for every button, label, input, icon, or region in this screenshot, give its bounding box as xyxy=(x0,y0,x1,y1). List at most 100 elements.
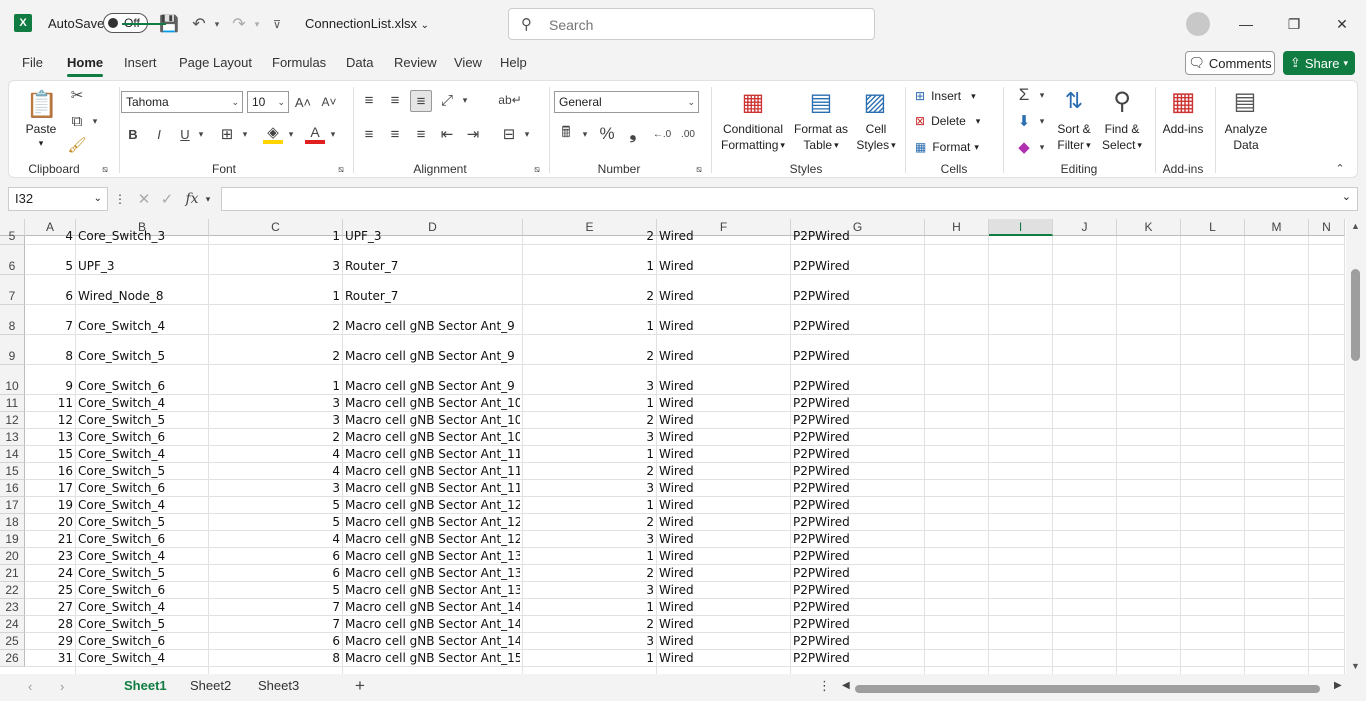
more-options-icon[interactable]: ⋮ xyxy=(114,190,126,208)
cell-e[interactable]: 3 xyxy=(525,583,654,598)
tab-formulas[interactable]: Formulas xyxy=(272,55,326,70)
find-select-icon[interactable]: ⚲ xyxy=(1105,85,1139,117)
autosum-icon[interactable]: Σ xyxy=(1013,85,1035,105)
orientation-icon[interactable]: ⤢ xyxy=(437,90,457,110)
cell-d[interactable]: Macro cell gNB Sector Ant_10 xyxy=(345,396,520,411)
cell-f[interactable]: Wired xyxy=(659,447,788,462)
paste-dropdown-icon[interactable]: ▾ xyxy=(35,137,47,149)
row-header[interactable]: 13 xyxy=(0,429,25,446)
cell-d[interactable]: Macro cell gNB Sector Ant_13 xyxy=(345,549,520,564)
cell-c[interactable]: 6 xyxy=(211,566,340,581)
dialog-launcher-icon[interactable]: ⧅ xyxy=(693,163,705,175)
cell-f[interactable]: Wired xyxy=(659,379,788,394)
clear-dropdown-icon[interactable]: ▾ xyxy=(1037,137,1047,157)
cell-g[interactable]: P2PWired xyxy=(793,396,922,411)
number-format-select[interactable]: General ⌄ xyxy=(554,91,699,113)
column-header-j[interactable]: J xyxy=(1053,219,1117,236)
cell-b[interactable]: Core_Switch_4 xyxy=(78,651,206,666)
cell-g[interactable]: P2PWired xyxy=(793,289,922,304)
cell-e[interactable]: 2 xyxy=(525,515,654,530)
cell-b[interactable]: Wired_Node_8 xyxy=(78,289,206,304)
fill-color-dropdown-icon[interactable]: ▾ xyxy=(285,124,297,144)
cell-g[interactable]: P2PWired xyxy=(793,447,922,462)
cell-a[interactable]: 12 xyxy=(27,413,73,428)
sheet-tab-2[interactable]: Sheet2 xyxy=(190,678,231,693)
cell-a[interactable]: 21 xyxy=(27,532,73,547)
tab-help[interactable]: Help xyxy=(500,55,527,70)
dialog-launcher-icon[interactable]: ⧅ xyxy=(531,163,543,175)
cell-c[interactable]: 7 xyxy=(211,600,340,615)
close-icon[interactable]: ✕ xyxy=(1330,12,1354,36)
column-header-l[interactable]: L xyxy=(1181,219,1245,236)
wrap-text-icon[interactable]: ab↵ xyxy=(498,90,521,110)
increase-font-size-icon[interactable]: A˄ xyxy=(293,92,313,112)
cell-g[interactable]: P2PWired xyxy=(793,229,922,244)
cell-c[interactable]: 2 xyxy=(211,430,340,445)
row-header[interactable]: 20 xyxy=(0,548,25,565)
cell-f[interactable]: Wired xyxy=(659,600,788,615)
cell-e[interactable]: 1 xyxy=(525,549,654,564)
collapse-ribbon-icon[interactable]: ⌃ xyxy=(1333,161,1347,175)
insert-function-icon[interactable]: fx xyxy=(182,190,202,208)
prev-sheet-icon[interactable]: ‹ xyxy=(28,679,32,694)
cell-a[interactable]: 16 xyxy=(27,464,73,479)
cell-f[interactable]: Wired xyxy=(659,515,788,530)
clear-icon[interactable]: ◆ xyxy=(1013,137,1035,157)
cell-b[interactable]: Core_Switch_6 xyxy=(78,430,206,445)
tab-review[interactable]: Review xyxy=(394,55,437,70)
cell-d[interactable]: Macro cell gNB Sector Ant_9 xyxy=(345,319,520,334)
fill-color-icon[interactable]: ◈ xyxy=(263,124,283,144)
avatar[interactable] xyxy=(1186,12,1210,36)
fill-dropdown-icon[interactable]: ▾ xyxy=(1037,111,1047,131)
bold-icon[interactable]: B xyxy=(123,124,143,144)
cell-c[interactable]: 7 xyxy=(211,617,340,632)
restore-icon[interactable]: ❐ xyxy=(1282,12,1306,36)
cell-c[interactable]: 1 xyxy=(211,229,340,244)
cell-b[interactable]: Core_Switch_5 xyxy=(78,566,206,581)
analyze-data-label[interactable]: Analyze xyxy=(1221,121,1271,137)
confirm-entry-icon[interactable]: ✓ xyxy=(158,190,176,208)
next-sheet-icon[interactable]: › xyxy=(60,679,64,694)
cell-b[interactable]: Core_Switch_3 xyxy=(78,229,206,244)
undo-dropdown-icon[interactable]: ▾ xyxy=(206,13,228,35)
cell-d[interactable]: Macro cell gNB Sector Ant_14 xyxy=(345,634,520,649)
cell-f[interactable]: Wired xyxy=(659,259,788,274)
cell-e[interactable]: 2 xyxy=(525,349,654,364)
cell-e[interactable]: 1 xyxy=(525,259,654,274)
decrease-indent-icon[interactable]: ⇤ xyxy=(437,124,457,144)
cell-c[interactable]: 5 xyxy=(211,583,340,598)
function-dropdown-icon[interactable]: ▾ xyxy=(202,190,214,208)
cell-a[interactable]: 23 xyxy=(27,549,73,564)
cell-g[interactable]: P2PWired xyxy=(793,430,922,445)
cell-e[interactable]: 1 xyxy=(525,600,654,615)
cell-g[interactable]: P2PWired xyxy=(793,566,922,581)
cell-e[interactable]: 3 xyxy=(525,634,654,649)
cell-f[interactable]: Wired xyxy=(659,396,788,411)
cell-d[interactable]: Macro cell gNB Sector Ant_14 xyxy=(345,617,520,632)
formula-input[interactable]: ⌄ xyxy=(221,187,1358,211)
sheet-tab-3[interactable]: Sheet3 xyxy=(258,678,299,693)
scroll-up-icon[interactable]: ▲ xyxy=(1351,221,1360,231)
cell-c[interactable]: 6 xyxy=(211,549,340,564)
conditional-formatting-button[interactable]: Formatting ▾ xyxy=(715,137,791,153)
cell-e[interactable]: 3 xyxy=(525,532,654,547)
cell-a[interactable]: 6 xyxy=(27,289,73,304)
row-header[interactable]: 25 xyxy=(0,633,25,650)
cell-f[interactable]: Wired xyxy=(659,229,788,244)
cell-g[interactable]: P2PWired xyxy=(793,464,922,479)
cell-e[interactable]: 2 xyxy=(525,413,654,428)
cell-b[interactable]: Core_Switch_5 xyxy=(78,349,206,364)
cell-d[interactable]: Macro cell gNB Sector Ant_9 xyxy=(345,349,520,364)
align-middle-icon[interactable]: ≡ xyxy=(385,90,405,110)
cell-b[interactable]: Core_Switch_6 xyxy=(78,481,206,496)
cell-d[interactable]: Macro cell gNB Sector Ant_9 xyxy=(345,379,520,394)
comma-style-icon[interactable]: ❟ xyxy=(623,124,643,144)
cell-d[interactable]: Macro cell gNB Sector Ant_12 xyxy=(345,532,520,547)
row-header[interactable]: 11 xyxy=(0,395,25,412)
align-left-icon[interactable]: ≡ xyxy=(359,124,379,144)
cell-e[interactable]: 2 xyxy=(525,289,654,304)
align-bottom-icon[interactable]: ≡ xyxy=(410,90,432,112)
align-center-icon[interactable]: ≡ xyxy=(385,124,405,144)
cell-styles-label[interactable]: Cell xyxy=(853,121,899,137)
format-as-table-icon[interactable]: ▤ xyxy=(805,87,837,117)
